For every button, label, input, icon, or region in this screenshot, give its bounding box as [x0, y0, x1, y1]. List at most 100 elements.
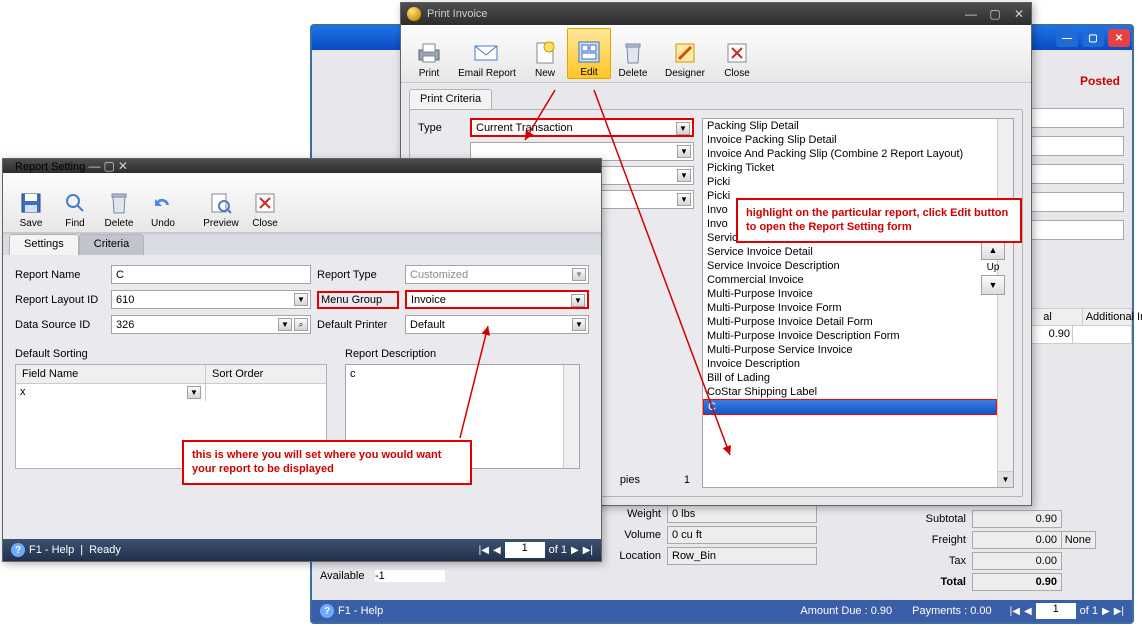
chevron-down-icon[interactable]: ▼ [571, 294, 585, 307]
report-list-item[interactable]: Packing Slip Detail [703, 119, 997, 133]
delete-button[interactable]: Delete [611, 28, 655, 79]
pi-titlebar: Print Invoice — ▢ ✕ [401, 3, 1031, 25]
report-list-item[interactable]: Picki [703, 175, 997, 189]
preview-button[interactable]: Preview [199, 176, 243, 229]
chevron-down-icon[interactable]: ▼ [572, 318, 586, 331]
report-list-item[interactable]: Service Invoice Description [703, 259, 997, 273]
scrollbar[interactable] [563, 365, 579, 468]
designer-icon [670, 38, 700, 68]
report-list-item[interactable]: Picking Ticket [703, 161, 997, 175]
report-list-item[interactable]: Invoice Packing Slip Detail [703, 133, 997, 147]
rs-close-button[interactable]: ✕ [118, 159, 128, 173]
report-name-input[interactable]: C [111, 265, 311, 284]
designer-button[interactable]: Designer [655, 28, 715, 79]
email-report-button[interactable]: Email Report [451, 28, 523, 79]
sort-order-value[interactable] [206, 384, 326, 401]
report-layout-id-input[interactable]: 610▼ [111, 290, 311, 309]
freight-label: Freight [922, 534, 972, 546]
pager-first-icon[interactable]: |◀ [479, 545, 489, 556]
report-list-item[interactable]: Multi-Purpose Invoice Form [703, 301, 997, 315]
chevron-down-icon[interactable]: ▼ [677, 169, 691, 182]
bg-maximize-button[interactable]: ▢ [1082, 29, 1104, 47]
pager-prev-icon[interactable]: ◀ [1024, 606, 1032, 617]
tab-criteria[interactable]: Criteria [79, 234, 144, 255]
type-dropdown[interactable]: Current Transaction ▼ [470, 118, 694, 137]
report-list-item-selected[interactable]: C [703, 399, 997, 415]
report-listbox[interactable]: Packing Slip DetailInvoice Packing Slip … [702, 118, 1014, 488]
bg-close-button[interactable]: ✕ [1108, 29, 1130, 47]
chevron-down-icon[interactable]: ▼ [677, 193, 691, 206]
chevron-down-icon[interactable]: ▼ [572, 268, 586, 281]
trash-icon [618, 38, 648, 68]
move-down-button[interactable]: ▼ [981, 275, 1005, 295]
chevron-down-icon[interactable]: ▼ [997, 471, 1013, 487]
lookup-icon[interactable]: ⌕ [294, 318, 308, 331]
copies-input[interactable]: 1 [646, 474, 694, 486]
subtotal-label: Subtotal [922, 513, 972, 525]
find-button[interactable]: Find [53, 176, 97, 229]
rs-close-tool-button[interactable]: Close [243, 176, 287, 229]
chevron-down-icon[interactable]: ▼ [187, 386, 201, 399]
report-list-item[interactable]: Multi-Purpose Service Invoice [703, 343, 997, 357]
bg-minimize-button[interactable]: — [1056, 29, 1078, 47]
chevron-down-icon[interactable]: ▼ [278, 318, 292, 331]
available-label: Available [320, 570, 375, 582]
pager-last-icon[interactable]: ▶| [1114, 606, 1124, 617]
pager: |◀ ◀ 1 of 1 ▶ ▶| [1002, 603, 1132, 619]
pager-current[interactable]: 1 [1036, 603, 1076, 619]
new-button[interactable]: New [523, 28, 567, 79]
undo-icon [148, 188, 178, 218]
pi-toolbar: Print Email Report New Edit Delete [401, 25, 1031, 83]
chevron-down-icon[interactable]: ▼ [677, 145, 691, 158]
report-list-item[interactable]: Multi-Purpose Invoice [703, 287, 997, 301]
pager-prev-icon[interactable]: ◀ [493, 545, 501, 556]
pi-minimize-button[interactable]: — [959, 7, 983, 21]
save-button[interactable]: Save [9, 176, 53, 229]
rs-status-bar: ? F1 - Help | Ready |◀ ◀ 1 of 1 ▶ ▶| [3, 539, 601, 561]
sorting-grid-row[interactable]: x▼ [16, 384, 326, 401]
pager-next-icon[interactable]: ▶ [1102, 606, 1110, 617]
data-source-id-input[interactable]: 326▼⌕ [111, 315, 311, 334]
annotation-edit-hint: highlight on the particular report, clic… [736, 198, 1022, 243]
move-up-button[interactable]: ▲ [981, 240, 1005, 260]
rs-minimize-button[interactable]: — [88, 159, 100, 173]
edit-button[interactable]: Edit [567, 28, 611, 79]
pi-close-button[interactable]: ✕ [1007, 7, 1031, 21]
help-indicator: ?F1 - Help [312, 604, 391, 618]
default-printer-dropdown[interactable]: Default▼ [405, 315, 589, 334]
pager-next-icon[interactable]: ▶ [571, 545, 579, 556]
email-icon [472, 38, 502, 68]
sort-order-col: Sort Order [206, 365, 326, 383]
pager-last-icon[interactable]: ▶| [583, 545, 593, 556]
undo-button[interactable]: Undo [141, 176, 185, 229]
pager-current[interactable]: 1 [505, 542, 545, 558]
pi-maximize-button[interactable]: ▢ [983, 7, 1007, 21]
field-name-value: x [20, 386, 26, 398]
close-tool-button[interactable]: Close [715, 28, 759, 79]
volume-value: 0 cu ft [667, 526, 817, 544]
scrollbar[interactable] [997, 119, 1013, 487]
rs-toolbar: Save Find Delete Undo Preview Close [3, 173, 601, 233]
report-list-item[interactable]: CoStar Shipping Label [703, 385, 997, 399]
rs-maximize-button[interactable]: ▢ [103, 159, 114, 173]
report-list-item[interactable]: Commercial Invoice [703, 273, 997, 287]
rs-delete-button[interactable]: Delete [97, 176, 141, 229]
report-list-item[interactable]: Service Invoice Detail [703, 245, 997, 259]
freight-extra[interactable]: None [1062, 531, 1096, 549]
tab-print-criteria[interactable]: Print Criteria [409, 89, 492, 109]
report-list-item[interactable]: Multi-Purpose Invoice Detail Form [703, 315, 997, 329]
report-list-item[interactable]: Invoice And Packing Slip (Combine 2 Repo… [703, 147, 997, 161]
report-list-item[interactable]: Multi-Purpose Invoice Description Form [703, 329, 997, 343]
chevron-down-icon[interactable]: ▼ [294, 293, 308, 306]
pager-first-icon[interactable]: |◀ [1010, 606, 1020, 617]
report-list-item[interactable]: Invoice Description [703, 357, 997, 371]
chevron-down-icon[interactable]: ▼ [676, 122, 690, 135]
rs-tabs: Settings Criteria [3, 233, 601, 255]
print-button[interactable]: Print [407, 28, 451, 79]
report-type-dropdown[interactable]: Customized▼ [405, 265, 589, 284]
available-row: Available -1 [320, 570, 445, 582]
tab-settings[interactable]: Settings [9, 234, 79, 255]
report-list-item[interactable]: Bill of Lading [703, 371, 997, 385]
field-name-col: Field Name [16, 365, 206, 383]
menu-group-dropdown[interactable]: Invoice▼ [405, 290, 589, 309]
